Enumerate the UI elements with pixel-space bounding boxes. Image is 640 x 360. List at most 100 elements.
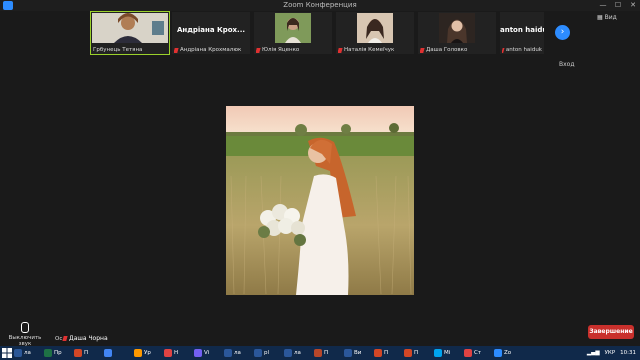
- taskbar-app-button[interactable]: П: [404, 347, 418, 359]
- app-icon: [254, 349, 262, 357]
- app-label: Ур: [144, 350, 151, 356]
- muted-mic-icon: [502, 48, 504, 53]
- taskbar-app-button[interactable]: П: [74, 347, 88, 359]
- app-icon: [344, 349, 352, 357]
- app-icon: [44, 349, 52, 357]
- stop-video-button[interactable]: Ос: [55, 336, 62, 342]
- mute-button[interactable]: Выключить звук: [3, 318, 47, 347]
- person-photo-icon: [275, 13, 311, 43]
- app-label: Zo: [504, 350, 512, 356]
- taskbar-app-button[interactable]: Zo: [494, 347, 511, 359]
- app-icon: [224, 349, 232, 357]
- taskbar-app-button[interactable]: Ур: [134, 347, 151, 359]
- app-icon: [284, 349, 292, 357]
- taskbar-app-button[interactable]: ла: [224, 347, 241, 359]
- video-thumbnail: [92, 13, 168, 43]
- taskbar-app-button[interactable]: ла: [284, 347, 301, 359]
- title-bar: Zoom Конференция — ☐ ✕: [0, 0, 640, 11]
- participant-tile[interactable]: Даша Головко: [418, 12, 496, 54]
- windows-taskbar: ла Пр П Ур Н Vi ла pl ла П Ви П П Mi Ст Zo ▂▄▆ УКР 10:3…: [0, 346, 640, 360]
- app-icon: [14, 349, 22, 357]
- app-label: Н: [174, 350, 179, 356]
- avatar: [439, 13, 475, 43]
- next-page-button[interactable]: ›: [555, 25, 570, 40]
- taskbar-app-button[interactable]: pl: [254, 347, 269, 359]
- participant-tile[interactable]: anton haiduk anton haiduk: [500, 12, 544, 54]
- grid-view-icon: ▦: [597, 14, 603, 21]
- active-speaker-video: [226, 106, 414, 295]
- app-label: Vi: [204, 350, 210, 356]
- close-button[interactable]: ✕: [626, 0, 640, 11]
- exit-fullscreen-label[interactable]: Вход: [559, 61, 575, 68]
- window-title: Zoom Конференция: [283, 1, 357, 9]
- view-button[interactable]: ▦ Вид: [597, 14, 617, 21]
- participant-tile[interactable]: Грбунець Тетяна: [90, 11, 170, 55]
- system-tray: ▂▄▆ УКР 10:31: [587, 346, 636, 360]
- taskbar-app-button[interactable]: Ст: [464, 347, 481, 359]
- app-label: П: [414, 350, 419, 356]
- chevron-right-icon: ›: [560, 27, 565, 37]
- app-label: П: [84, 350, 89, 356]
- app-icon: [134, 349, 142, 357]
- participant-label: anton haiduk: [502, 47, 542, 53]
- participant-tile[interactable]: Наталія Кемеїчук: [336, 12, 414, 54]
- app-icon: [104, 349, 112, 357]
- participant-label: Грбунець Тетяна: [93, 47, 143, 53]
- app-icon: [374, 349, 382, 357]
- app-icon: [164, 349, 172, 357]
- person-video-icon: [92, 13, 168, 43]
- speaker-photo: [226, 106, 414, 295]
- person-photo-icon: [357, 13, 393, 43]
- app-label: П: [324, 350, 329, 356]
- microphone-icon: [21, 322, 29, 333]
- taskbar-app-button[interactable]: Н: [164, 347, 178, 359]
- app-label: Пр: [54, 350, 62, 356]
- taskbar-app-button[interactable]: Vi: [194, 347, 209, 359]
- participant-label: Наталія Кемеїчук: [338, 47, 412, 53]
- avatar: [357, 13, 393, 43]
- participant-label: Андріана Крохмалюк: [174, 47, 248, 53]
- app-icon: [434, 349, 442, 357]
- muted-mic-icon: [420, 48, 425, 53]
- app-icon: [314, 349, 322, 357]
- language-indicator[interactable]: УКР: [605, 350, 616, 356]
- muted-mic-icon: [256, 48, 261, 53]
- participant-label: Юлія Яценко: [256, 47, 330, 53]
- taskbar-app-button[interactable]: Пр: [44, 347, 62, 359]
- minimize-button[interactable]: —: [596, 0, 610, 11]
- app-label: ла: [24, 350, 31, 356]
- network-icon[interactable]: ▂▄▆: [587, 350, 600, 356]
- end-meeting-button[interactable]: Завершение: [588, 325, 634, 339]
- app-label: pl: [264, 350, 270, 356]
- app-label: Ви: [354, 350, 362, 356]
- participant-display-name: Андріана Крох...: [176, 26, 246, 34]
- active-speaker-label: Даша Чорна: [63, 335, 108, 342]
- app-label: П: [384, 350, 389, 356]
- app-icon: [74, 349, 82, 357]
- muted-mic-icon: [62, 336, 67, 341]
- maximize-button[interactable]: ☐: [611, 0, 625, 11]
- participant-display-name: anton haiduk: [500, 26, 544, 34]
- taskbar-app-button[interactable]: ла: [14, 347, 31, 359]
- taskbar-app-button[interactable]: П: [374, 347, 388, 359]
- taskbar-app-button[interactable]: Mi: [434, 347, 450, 359]
- person-photo-icon: [439, 13, 475, 43]
- participant-label: Даша Головко: [420, 47, 494, 53]
- app-icon: [194, 349, 202, 357]
- avatar: [275, 13, 311, 43]
- muted-mic-icon: [174, 48, 179, 53]
- taskbar-app-button[interactable]: П: [314, 347, 328, 359]
- app-icon: [494, 349, 502, 357]
- taskbar-app-button[interactable]: [104, 347, 114, 359]
- clock[interactable]: 10:31: [620, 350, 636, 356]
- windows-start-icon[interactable]: [1, 347, 13, 359]
- app-label: Mi: [444, 350, 451, 356]
- app-label: Ст: [474, 350, 482, 356]
- participant-tile[interactable]: Андріана Крох... Андріана Крохмалюк: [172, 12, 250, 54]
- taskbar-app-button[interactable]: Ви: [344, 347, 361, 359]
- app-label: ла: [294, 350, 301, 356]
- app-icon: [464, 349, 472, 357]
- participant-tile[interactable]: Юлія Яценко: [254, 12, 332, 54]
- muted-mic-icon: [338, 48, 343, 53]
- app-icon: [404, 349, 412, 357]
